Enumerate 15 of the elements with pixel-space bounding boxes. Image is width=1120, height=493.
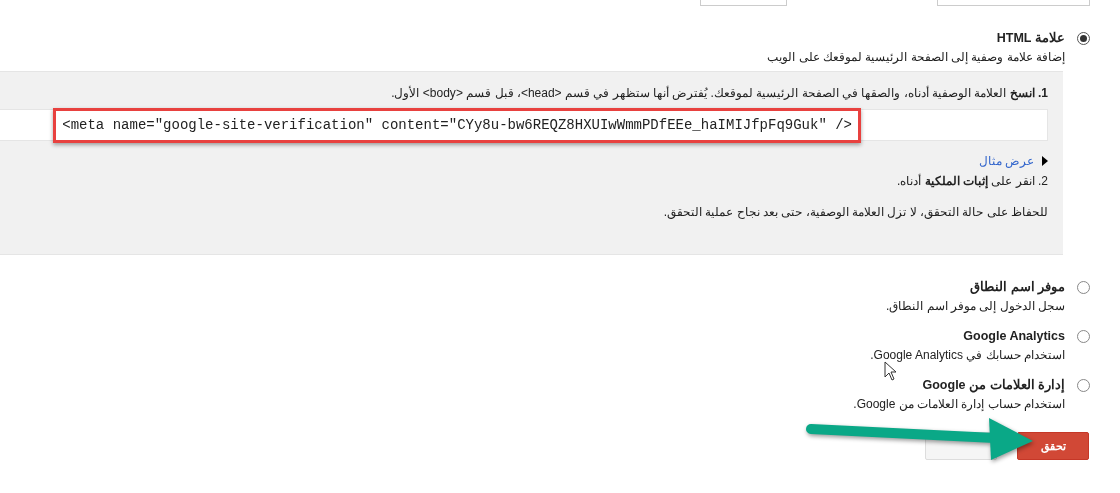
option-description: استخدام حسابك في Google Analytics. (870, 346, 1065, 363)
option-title: موفر اسم النطاق (969, 278, 1065, 296)
option-description: سجل الدخول إلى موفر اسم النطاق. (886, 297, 1065, 314)
note-text: للحفاظ على حالة التحقق، لا تزل العلامة الوصفية، حتى بعد نجاح عملية التحقق. (662, 203, 1048, 220)
option-title: Google Analytics (962, 327, 1065, 345)
option-description: إضافة علامة وصفية إلى الصفحة الرئيسية لموقعك على الويب (767, 48, 1065, 66)
instruction-text: 2. انقر على إثبات الملكية أدناه. (895, 173, 1048, 190)
instruction-text: 1. انسخ العلامة الوصفية أدناه، والصقها في الصفحة الرئيسية لموقعك. يُفترض أنها ستظهر في قسم <head>، قبل قسم <body> الأول. (390, 85, 1048, 102)
option-title: علامة HTML (995, 30, 1065, 47)
verify-button[interactable]: تحقق (1017, 432, 1089, 460)
option-description: استخدام حساب إدارة العلامات من Google. (853, 395, 1065, 412)
code-snippet: <meta name="google-site-verification" content="CYy8u-bw6REQZ8HXUIwWmmPDfEEe_haIMIJfpFq9Guk" /> (53, 107, 861, 143)
code-field[interactable]: <meta name="google-site-verification" content="CYy8u-bw6REQZ8HXUIwWmmPDfEEe_haIMIJfpFq9Guk" /> (0, 109, 1048, 142)
example-link[interactable]: عرض مثال (978, 153, 1034, 170)
option-title: إدارة العلامات من Google (921, 376, 1065, 394)
